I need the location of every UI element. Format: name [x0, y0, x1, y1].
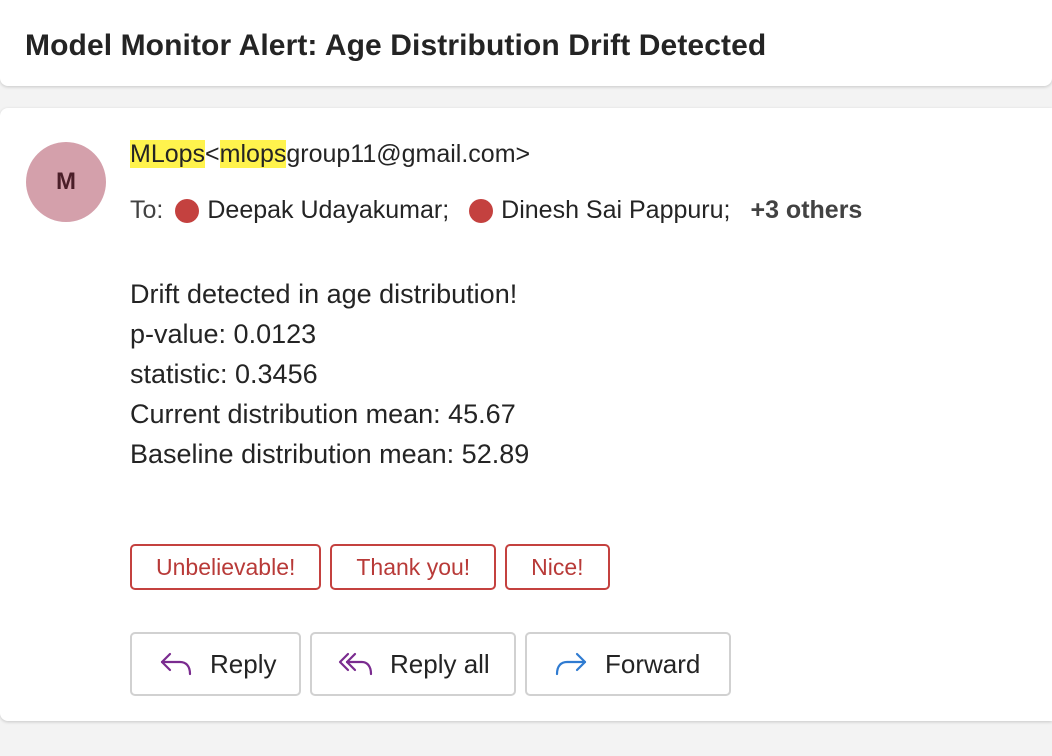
to-label: To: [130, 196, 164, 224]
forward-button[interactable]: Forward [525, 632, 731, 696]
reply-button[interactable]: Reply [130, 632, 301, 696]
quick-reply-thank-you[interactable]: Thank you! [330, 544, 497, 590]
sender-avatar[interactable]: M [26, 142, 106, 222]
reply-all-label: Reply all [390, 648, 490, 679]
sender-open-bracket: < [205, 140, 220, 168]
sender-email-rest: group11@gmail.com> [286, 140, 531, 168]
subject-header: Model Monitor Alert: Age Distribution Dr… [0, 0, 1052, 86]
quick-reply-nice[interactable]: Nice! [505, 544, 610, 590]
body-line: Drift detected in age distribution! [130, 279, 518, 309]
forward-label: Forward [605, 648, 701, 679]
reply-label: Reply [210, 648, 277, 679]
forward-icon [553, 650, 589, 678]
suggested-replies: Unbelievable! Thank you! Nice! [130, 544, 610, 590]
body-line: Current distribution mean: 45.67 [130, 399, 516, 429]
message-actions: Reply Reply all Forward [130, 632, 731, 696]
sender-line[interactable]: MLops<mlopsgroup11@gmail.com> [130, 140, 530, 169]
more-recipients-link[interactable]: +3 others [750, 196, 862, 225]
reply-icon [158, 650, 194, 678]
reply-all-button[interactable]: Reply all [310, 632, 516, 696]
email-body: Drift detected in age distribution! p-va… [130, 274, 529, 474]
avatar-initial: M [56, 168, 76, 195]
sender-name: MLops [130, 140, 206, 168]
recipient-deepak[interactable]: Deepak Udayakumar; [207, 196, 449, 225]
recipients-line: To: Deepak Udayakumar; Dinesh Sai Pappur… [130, 196, 862, 225]
presence-dot-icon [469, 198, 494, 223]
presence-dot-icon [175, 198, 200, 223]
body-line: Baseline distribution mean: 52.89 [130, 439, 530, 469]
sender-email-highlight: mlops [219, 140, 287, 168]
body-line: statistic: 0.3456 [130, 359, 318, 389]
email-subject: Model Monitor Alert: Age Distribution Dr… [25, 29, 767, 62]
reply-all-icon [338, 650, 374, 678]
body-line: p-value: 0.0123 [130, 319, 317, 349]
message-card: M MLops<mlopsgroup11@gmail.com> To: Deep… [0, 108, 1052, 721]
quick-reply-unbelievable[interactable]: Unbelievable! [130, 544, 322, 590]
recipient-dinesh[interactable]: Dinesh Sai Pappuru; [501, 196, 730, 225]
